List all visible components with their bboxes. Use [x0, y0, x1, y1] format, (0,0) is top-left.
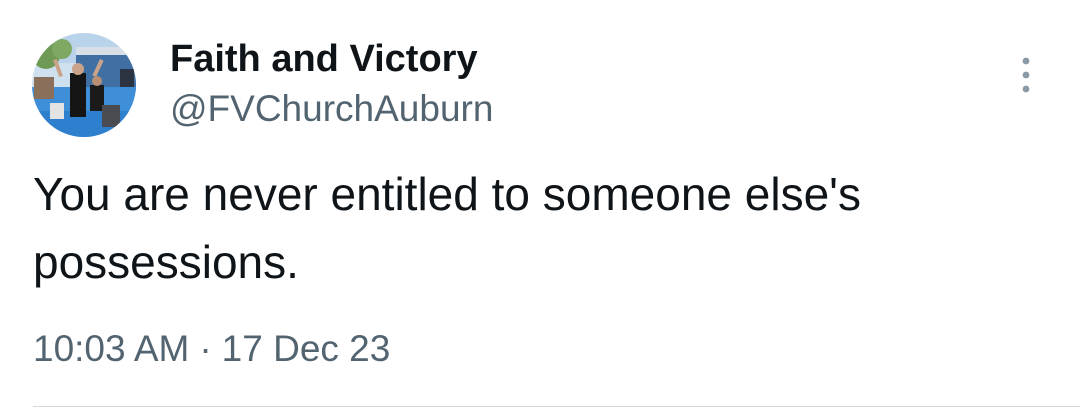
avatar[interactable]	[32, 33, 136, 137]
tweet-card: Faith and Victory @FVChurchAuburn You ar…	[0, 0, 1080, 418]
tweet-text: You are never entitled to someone else's…	[33, 168, 861, 288]
author-display-name[interactable]: Faith and Victory	[170, 36, 478, 82]
avatar-photo	[32, 33, 136, 137]
more-options-button[interactable]	[1008, 52, 1044, 98]
divider	[33, 406, 1080, 407]
more-vertical-icon	[1022, 57, 1030, 93]
author-handle[interactable]: @FVChurchAuburn	[170, 87, 493, 131]
tweet-date[interactable]: 17 Dec 23	[222, 328, 391, 369]
tweet-metadata: 10:03 AM · 17 Dec 23	[33, 326, 390, 372]
meta-separator: ·	[199, 328, 212, 369]
tweet-time[interactable]: 10:03 AM	[33, 328, 189, 369]
